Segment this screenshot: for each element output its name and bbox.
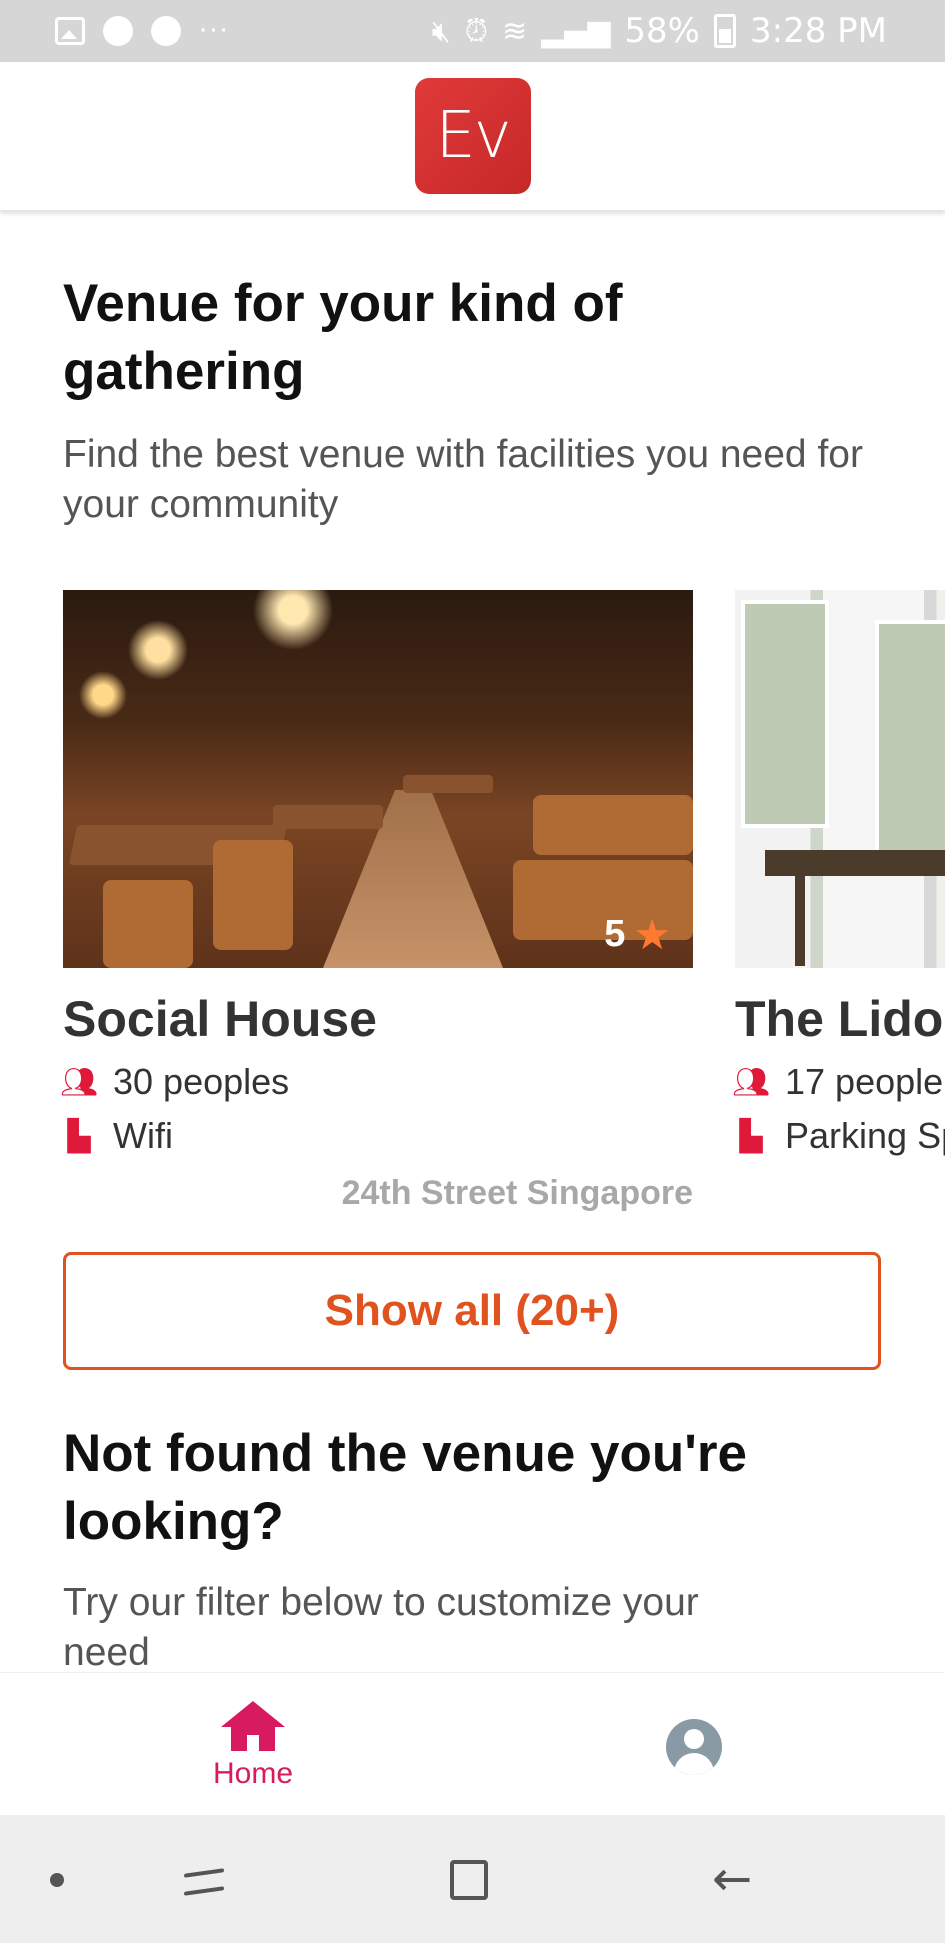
- venue-address: 24th Street Singapore: [341, 1174, 693, 1212]
- nav-home-label: Home: [212, 1757, 294, 1790]
- facility-text: Parking Sp: [785, 1115, 945, 1156]
- gallery-icon: [55, 17, 85, 45]
- user-circle-icon[interactable]: [666, 1719, 722, 1775]
- not-found-subtitle: Try our filter below to customize your n…: [63, 1581, 699, 1672]
- table: [273, 805, 383, 829]
- recent-apps-icon[interactable]: [184, 1861, 224, 1899]
- main-content[interactable]: Venue for your kind of gathering Find th…: [0, 212, 945, 1672]
- users-icon: 👥︎: [731, 1064, 771, 1100]
- venue-card[interactable]: The Lido 👥︎ 17 people ▙ Parking Sp: [731, 590, 945, 1158]
- nav-dot-icon[interactable]: [50, 1873, 64, 1887]
- wifi-icon: ≋: [502, 13, 528, 49]
- mute-icon: 🔇︎: [431, 13, 451, 49]
- capacity-text: 17 people: [785, 1061, 944, 1102]
- page-title: Venue for your kind of gathering: [63, 274, 623, 401]
- home-icon: [221, 1701, 285, 1751]
- venue-facility: ▙ Wifi: [63, 1114, 693, 1158]
- table: [765, 850, 945, 876]
- back-icon[interactable]: ←: [712, 1855, 752, 1903]
- battery-icon: [714, 14, 736, 48]
- star-icon: ★: [633, 909, 671, 959]
- rating-value: 5: [604, 913, 626, 955]
- home-button-icon[interactable]: [450, 1860, 488, 1900]
- not-found-title: Not found the venue you're looking?: [63, 1424, 747, 1551]
- more-notifications-icon: ···: [199, 16, 230, 46]
- booth: [533, 795, 693, 855]
- table-leg: [795, 876, 805, 966]
- nav-home-tab[interactable]: Home: [190, 1701, 316, 1791]
- reddit-icon: [151, 16, 181, 46]
- rating-badge: 5 ★: [604, 913, 671, 956]
- venue-capacity: 👥︎ 30 peoples: [59, 1060, 693, 1104]
- app-header: Ev: [0, 62, 945, 211]
- capacity-text: 30 peoples: [113, 1061, 290, 1102]
- alarm-icon: ⏰︎: [464, 13, 489, 49]
- venue-photo[interactable]: [735, 590, 945, 968]
- table: [403, 775, 493, 793]
- seat-icon: ▙: [67, 1118, 91, 1154]
- messenger-icon: [103, 16, 133, 46]
- clock: 3:28 PM: [750, 11, 887, 51]
- window: [875, 620, 945, 868]
- chair: [213, 840, 293, 950]
- venue-name: Social House: [63, 991, 377, 1047]
- facility-text: Wifi: [113, 1115, 173, 1156]
- venue-capacity: 👥︎ 17 people: [731, 1060, 945, 1104]
- system-nav-bar: ←: [0, 1815, 945, 1943]
- seat-icon: ▙: [739, 1118, 763, 1154]
- venue-facility: ▙ Parking Sp: [735, 1114, 945, 1158]
- chair: [103, 880, 193, 968]
- bottom-nav: Home: [0, 1672, 945, 1816]
- window: [741, 600, 829, 828]
- users-icon: 👥︎: [59, 1064, 99, 1100]
- signal-icon: ▂▄▆: [541, 13, 611, 49]
- venue-name: The Lido: [735, 991, 944, 1047]
- show-all-button[interactable]: Show all (20+): [63, 1252, 881, 1370]
- page-subtitle: Find the best venue with facilities you …: [63, 433, 863, 526]
- app-logo[interactable]: Ev: [414, 78, 531, 194]
- status-bar: ··· 🔇︎ ⏰︎ ≋ ▂▄▆ 58% 3:28 PM: [0, 0, 945, 62]
- battery-percent: 58%: [624, 11, 700, 51]
- venue-card[interactable]: 5 ★ Social House 👥︎ 30 peoples ▙ Wifi 24…: [59, 590, 693, 1213]
- venue-photo[interactable]: 5 ★: [63, 590, 693, 968]
